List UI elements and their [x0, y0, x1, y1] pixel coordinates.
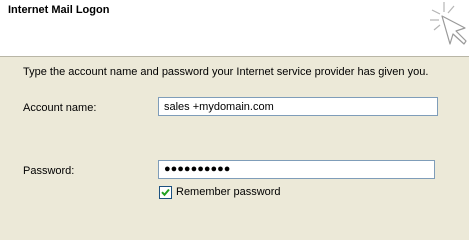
remember-password-checkbox[interactable]: [159, 186, 172, 199]
dialog-header: Internet Mail Logon: [0, 0, 469, 57]
account-name-input[interactable]: [158, 97, 438, 116]
checkmark-icon: [161, 188, 170, 197]
account-name-label: Account name:: [23, 102, 97, 114]
password-label: Password:: [23, 165, 75, 177]
instructions-text: Type the account name and password your …: [23, 66, 429, 78]
key-sparkle-icon: [428, 0, 468, 50]
header-title: Internet Mail Logon: [8, 4, 110, 16]
remember-password-label[interactable]: Remember password: [176, 186, 281, 198]
password-input[interactable]: [158, 160, 435, 179]
